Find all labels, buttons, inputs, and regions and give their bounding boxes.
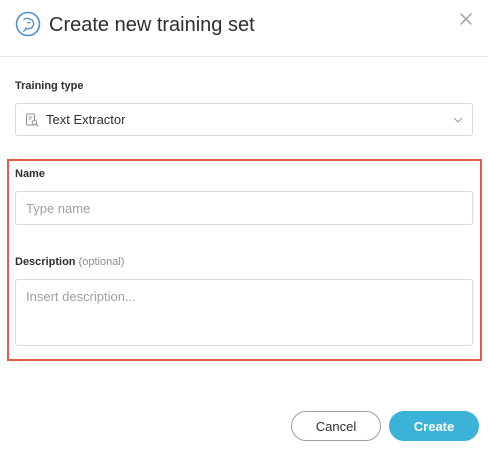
- brain-icon: [15, 11, 41, 37]
- training-type-label: Training type: [15, 80, 84, 92]
- name-input[interactable]: [15, 191, 473, 225]
- training-type-select[interactable]: Text Extractor: [15, 103, 473, 136]
- dialog-title: Create new training set: [49, 14, 255, 36]
- description-textarea[interactable]: [15, 279, 473, 346]
- cancel-button[interactable]: Cancel: [291, 411, 381, 441]
- document-scan-icon: [26, 113, 39, 127]
- create-button[interactable]: Create: [389, 411, 479, 441]
- create-training-set-dialog: Create new training set Training type Te…: [0, 0, 488, 452]
- description-label: Description (optional): [15, 256, 124, 268]
- name-label: Name: [15, 168, 45, 180]
- chevron-down-icon: [453, 117, 463, 123]
- optional-hint: (optional): [78, 256, 125, 268]
- dialog-header: Create new training set: [0, 0, 488, 57]
- close-icon[interactable]: [458, 11, 474, 27]
- description-label-text: Description: [15, 256, 76, 268]
- training-type-value: Text Extractor: [46, 112, 126, 127]
